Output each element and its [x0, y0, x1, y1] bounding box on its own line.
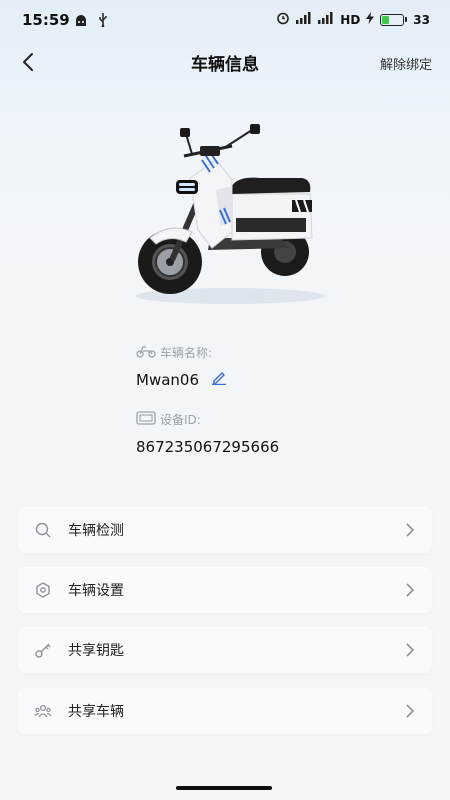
menu-item-label: 共享钥匙: [68, 643, 124, 659]
menu-item-label: 车辆检测: [68, 523, 124, 539]
name-label-text: 车辆名称:: [160, 346, 213, 360]
menu-item-label: 车辆设置: [68, 583, 124, 599]
menu-item-share-key[interactable]: 共享钥匙: [18, 627, 432, 673]
chevron-right-icon: [402, 521, 418, 539]
android-icon: [74, 12, 88, 31]
alarm-icon: [276, 11, 290, 28]
menu-item-vehicle-settings[interactable]: 车辆设置: [18, 567, 432, 613]
device-icon: [136, 411, 156, 428]
unbind-button[interactable]: 解除绑定: [380, 54, 432, 73]
chevron-right-icon: [402, 641, 418, 659]
device-id-label: 设备ID:: [136, 411, 436, 428]
vehicle-info: 车辆名称: Mwan06 设备ID: 867235067295666: [136, 344, 436, 456]
people-icon: [34, 702, 52, 720]
network-type-label: HD: [340, 12, 361, 27]
search-icon: [34, 521, 52, 539]
charging-icon: [366, 12, 375, 27]
status-right-icons: HD 33: [276, 11, 430, 28]
vehicle-name-label: 车辆名称:: [136, 344, 436, 361]
menu-item-vehicle-check[interactable]: 车辆检测: [18, 507, 432, 553]
scooter-icon: [136, 344, 156, 361]
vehicle-name-value: Mwan06: [136, 371, 199, 389]
scooter-image: [135, 124, 325, 304]
chevron-right-icon: [402, 702, 418, 720]
header: 车辆信息 解除绑定: [0, 40, 450, 84]
signal-icon: [296, 12, 312, 27]
settings-icon: [34, 581, 52, 599]
usb-icon: [98, 12, 108, 31]
vehicle-name-row: Mwan06: [136, 371, 436, 389]
key-icon: [34, 641, 52, 659]
menu-item-share-vehicle[interactable]: 共享车辆: [18, 688, 432, 734]
device-id-value: 867235067295666: [136, 438, 280, 456]
signal-icon-2: [318, 12, 334, 27]
chevron-right-icon: [402, 581, 418, 599]
edit-name-icon[interactable]: [211, 371, 227, 389]
menu-item-label: 共享车辆: [68, 704, 124, 720]
device-label-text: 设备ID:: [160, 413, 201, 427]
status-time: 15:59: [22, 11, 70, 29]
status-left-icons: [74, 12, 108, 31]
status-bar: 15:59 HD 33: [0, 0, 450, 40]
battery-icon: [380, 13, 408, 26]
battery-level: 33: [413, 12, 430, 27]
home-indicator[interactable]: [176, 786, 272, 790]
